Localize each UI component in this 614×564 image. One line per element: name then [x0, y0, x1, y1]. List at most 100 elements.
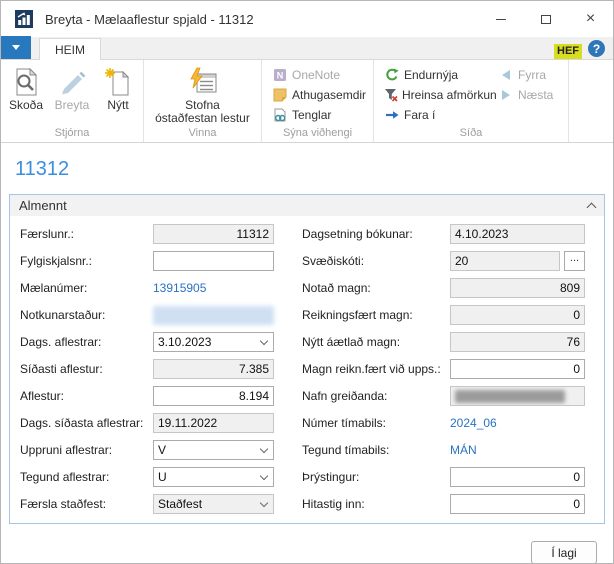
- last-reading-label: Síðasti aflestur:: [20, 362, 153, 376]
- minimize-icon: [496, 19, 506, 20]
- reading-date-select[interactable]: 3.10.2023: [153, 332, 274, 352]
- refresh-label: Endurnýja: [404, 68, 458, 82]
- usage-location-field-redacted[interactable]: [153, 306, 274, 325]
- links-button[interactable]: Tenglar: [272, 105, 366, 125]
- dialog-footer: Í lagi: [1, 524, 613, 564]
- refresh-icon: [384, 68, 400, 82]
- view-button-label: Skoða: [9, 99, 43, 112]
- qty-invoiced-at-setup-label: Magn reikn.fært við upps.:: [302, 362, 450, 376]
- notes-label: Athugasemdir: [292, 88, 366, 102]
- area-code-lookup-button[interactable]: ...: [564, 251, 585, 271]
- sticky-note-icon: [272, 88, 288, 102]
- field-column-left: Færslunr.: 11312 Fylgiskjalsnr.: Mælanúm…: [20, 224, 302, 514]
- meter-no-link[interactable]: 13915905: [153, 281, 206, 295]
- field-row: Fylgiskjalsnr.:: [20, 251, 302, 271]
- collapse-chevron-icon[interactable]: [587, 202, 597, 212]
- app-logo-icon[interactable]: [15, 10, 33, 28]
- company-badge: HEF: [554, 44, 582, 59]
- field-row: Færsla staðfest: Staðfest: [20, 494, 302, 514]
- ok-button[interactable]: Í lagi: [531, 541, 597, 564]
- group-label-work: Vinna: [144, 125, 261, 142]
- field-column-right: Dagsetning bókunar: 4.10.2023 Svæðiskóti…: [302, 224, 598, 514]
- reading-origin-value: V: [158, 443, 166, 457]
- pressure-field[interactable]: 0: [450, 467, 585, 487]
- new-estimated-quantity-field: 76: [450, 332, 585, 352]
- next-label: Næsta: [518, 88, 553, 102]
- field-row: Síðasti aflestur: 7.385: [20, 359, 302, 379]
- minimize-button[interactable]: [478, 1, 523, 37]
- clear-filter-label: Hreinsa afmörkun: [402, 88, 497, 102]
- general-fasttab-header[interactable]: Almennt: [10, 195, 604, 216]
- used-quantity-label: Notað magn:: [302, 281, 450, 295]
- reading-type-label: Tegund aflestrar:: [20, 470, 153, 484]
- help-button[interactable]: ?: [588, 40, 605, 57]
- reading-field[interactable]: 8.194: [153, 386, 274, 406]
- next-button: Næsta: [498, 85, 553, 105]
- view-button[interactable]: Skoða: [4, 63, 48, 112]
- period-no-label: Númer tímabils:: [302, 416, 450, 430]
- chevron-down-icon: [12, 45, 20, 50]
- field-row: Mælanúmer: 13915905: [20, 278, 302, 298]
- field-row: Tegund tímabils: MÁN: [302, 440, 598, 460]
- last-reading-field: 7.385: [153, 359, 274, 379]
- entry-no-label: Færslunr.:: [20, 227, 153, 241]
- new-document-icon: [104, 65, 132, 99]
- usage-location-label: Notkunarstaður:: [20, 308, 153, 322]
- general-fasttab-title: Almennt: [19, 198, 588, 213]
- general-fasttab-body: Færslunr.: 11312 Fylgiskjalsnr.: Mælanúm…: [10, 216, 604, 523]
- close-button[interactable]: ×: [568, 1, 613, 37]
- create-unconfirmed-reading-button[interactable]: Stofna óstaðfestan lestur: [145, 63, 261, 125]
- clear-filter-icon: [384, 88, 398, 102]
- field-row: Aflestur: 8.194: [20, 386, 302, 406]
- entry-confirmed-label: Færsla staðfest:: [20, 497, 153, 511]
- payer-name-label: Nafn greiðanda:: [302, 389, 450, 403]
- page-content: 11312 Almennt Færslunr.: 11312 Fylgiskja…: [1, 158, 613, 564]
- field-row: Notkunarstaður:: [20, 305, 302, 325]
- last-reading-date-label: Dags. síðasta aflestrar:: [20, 416, 153, 430]
- period-no-link[interactable]: 2024_06: [450, 416, 497, 430]
- group-label-show-attachments: Sýna viðhengi: [262, 125, 373, 142]
- qty-invoiced-at-setup-field[interactable]: 0: [450, 359, 585, 379]
- field-row: Dags. síðasta aflestrar: 19.11.2022: [20, 413, 302, 433]
- document-no-label: Fylgiskjalsnr.:: [20, 254, 153, 268]
- goto-arrow-icon: [384, 108, 400, 122]
- ribbon-tab-row: HEIM HEF ?: [1, 37, 613, 60]
- posting-date-label: Dagsetning bókunar:: [302, 227, 450, 241]
- previous-arrow-icon: [498, 68, 514, 82]
- entry-confirmed-value: Staðfest: [158, 497, 202, 511]
- temperature-in-field[interactable]: 0: [450, 494, 585, 514]
- view-icon: [12, 65, 40, 99]
- document-no-field[interactable]: [153, 251, 274, 271]
- application-menu-button[interactable]: [1, 36, 31, 59]
- ribbon-group-manage: Skoða Breyta: [1, 60, 144, 142]
- ribbon-group-page: Endurnýja Hreinsa afm: [374, 60, 569, 142]
- invoiced-quantity-field: 0: [450, 305, 585, 325]
- svg-text:N: N: [277, 71, 284, 81]
- goto-button[interactable]: Fara í: [384, 105, 496, 125]
- refresh-button[interactable]: Endurnýja: [384, 65, 496, 85]
- new-button[interactable]: Nýtt: [96, 63, 140, 112]
- notes-button[interactable]: Athugasemdir: [272, 85, 366, 105]
- used-quantity-field: 809: [450, 278, 585, 298]
- app-window: Breyta - Mælaaflestur spjald - 11312 × H…: [0, 0, 614, 564]
- period-type-link[interactable]: MÁN: [450, 443, 477, 457]
- reading-type-select[interactable]: U: [153, 467, 274, 487]
- reading-date-label: Dags. aflestrar:: [20, 335, 153, 349]
- payer-name-field: [450, 386, 585, 406]
- pressure-label: Þrýstingur:: [302, 470, 450, 484]
- edit-button: Breyta: [50, 63, 94, 112]
- window-title: Breyta - Mælaaflestur spjald - 11312: [45, 12, 478, 27]
- clear-filter-button[interactable]: Hreinsa afmörkun: [384, 85, 496, 105]
- entry-no-field: 11312: [153, 224, 274, 244]
- field-row: Tegund aflestrar: U: [20, 467, 302, 487]
- reading-origin-select[interactable]: V: [153, 440, 274, 460]
- chevron-down-icon: [260, 444, 268, 452]
- next-arrow-icon: [498, 88, 514, 102]
- maximize-button[interactable]: [523, 1, 568, 37]
- new-button-label: Nýtt: [107, 99, 128, 112]
- field-row: Svæðiskóti: 20 ...: [302, 251, 598, 271]
- area-code-wrap: 20 ...: [450, 251, 585, 271]
- tab-home[interactable]: HEIM: [39, 38, 101, 60]
- reading-type-value: U: [158, 470, 167, 484]
- onenote-icon: N: [272, 68, 288, 82]
